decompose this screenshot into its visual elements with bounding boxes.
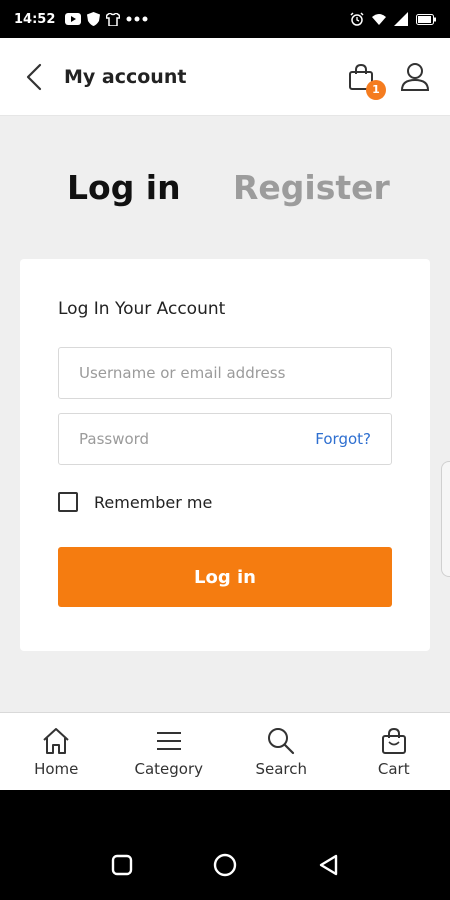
more-dots-icon [126, 16, 148, 22]
main-content: Log in Register Log In Your Account User… [0, 116, 450, 712]
login-button[interactable]: Log in [58, 547, 392, 607]
back-arrow-icon [26, 63, 42, 90]
system-nav-bar [0, 790, 450, 900]
user-icon [400, 62, 430, 91]
battery-icon [416, 13, 436, 25]
youtube-icon [65, 13, 82, 25]
bottom-nav: Home Category Search Cart [0, 712, 450, 790]
nav-category[interactable]: Category [113, 713, 226, 790]
shield-icon [87, 12, 101, 26]
tab-login[interactable]: Log in [67, 168, 181, 207]
recent-apps-button[interactable] [102, 845, 142, 885]
bag-icon [381, 727, 406, 754]
tshirt-icon [106, 12, 121, 26]
app-header: My account 1 [0, 38, 450, 116]
alarm-icon [350, 12, 364, 26]
username-field[interactable]: Username or email address [58, 347, 392, 399]
nav-cart[interactable]: Cart [338, 713, 450, 790]
forgot-password-link[interactable]: Forgot? [315, 430, 371, 448]
home-icon [43, 727, 69, 754]
status-left-icons [65, 12, 148, 26]
signal-icon [394, 12, 408, 26]
nav-search-label: Search [255, 759, 308, 778]
back-triangle-icon [320, 854, 338, 876]
cart-button[interactable]: 1 [344, 60, 386, 100]
edge-panel-handle[interactable] [441, 461, 450, 577]
wifi-icon [372, 14, 386, 25]
status-time: 14:52 [14, 11, 56, 27]
home-circle-icon [213, 853, 237, 877]
system-home-button[interactable] [205, 845, 245, 885]
nav-home[interactable]: Home [0, 713, 113, 790]
username-placeholder: Username or email address [79, 364, 286, 382]
remember-me-row[interactable]: Remember me [58, 492, 212, 512]
status-right-icons [350, 12, 436, 26]
nav-home-label: Home [34, 759, 79, 778]
login-form-title: Log In Your Account [58, 299, 226, 319]
search-icon [268, 727, 295, 754]
nav-cart-label: Cart [377, 759, 410, 778]
user-button[interactable] [398, 60, 432, 94]
system-back-button[interactable] [308, 845, 348, 885]
login-card: Log In Your Account Username or email ad… [20, 259, 430, 651]
auth-tabs: Log in Register [0, 168, 450, 212]
cart-count-badge: 1 [366, 79, 386, 100]
status-bar: 14:52 [0, 0, 450, 38]
remember-me-label: Remember me [94, 492, 213, 512]
tab-register[interactable]: Register [233, 168, 390, 207]
page-title: My account [64, 65, 187, 88]
header-actions: 1 [344, 60, 432, 100]
remember-me-checkbox[interactable] [58, 492, 78, 512]
menu-icon [156, 731, 181, 750]
nav-search[interactable]: Search [225, 713, 338, 790]
nav-category-label: Category [134, 759, 204, 778]
password-placeholder: Password [79, 430, 150, 448]
recent-apps-icon [111, 854, 132, 876]
password-field[interactable]: Password Forgot? [58, 413, 392, 465]
back-button[interactable] [18, 61, 50, 93]
